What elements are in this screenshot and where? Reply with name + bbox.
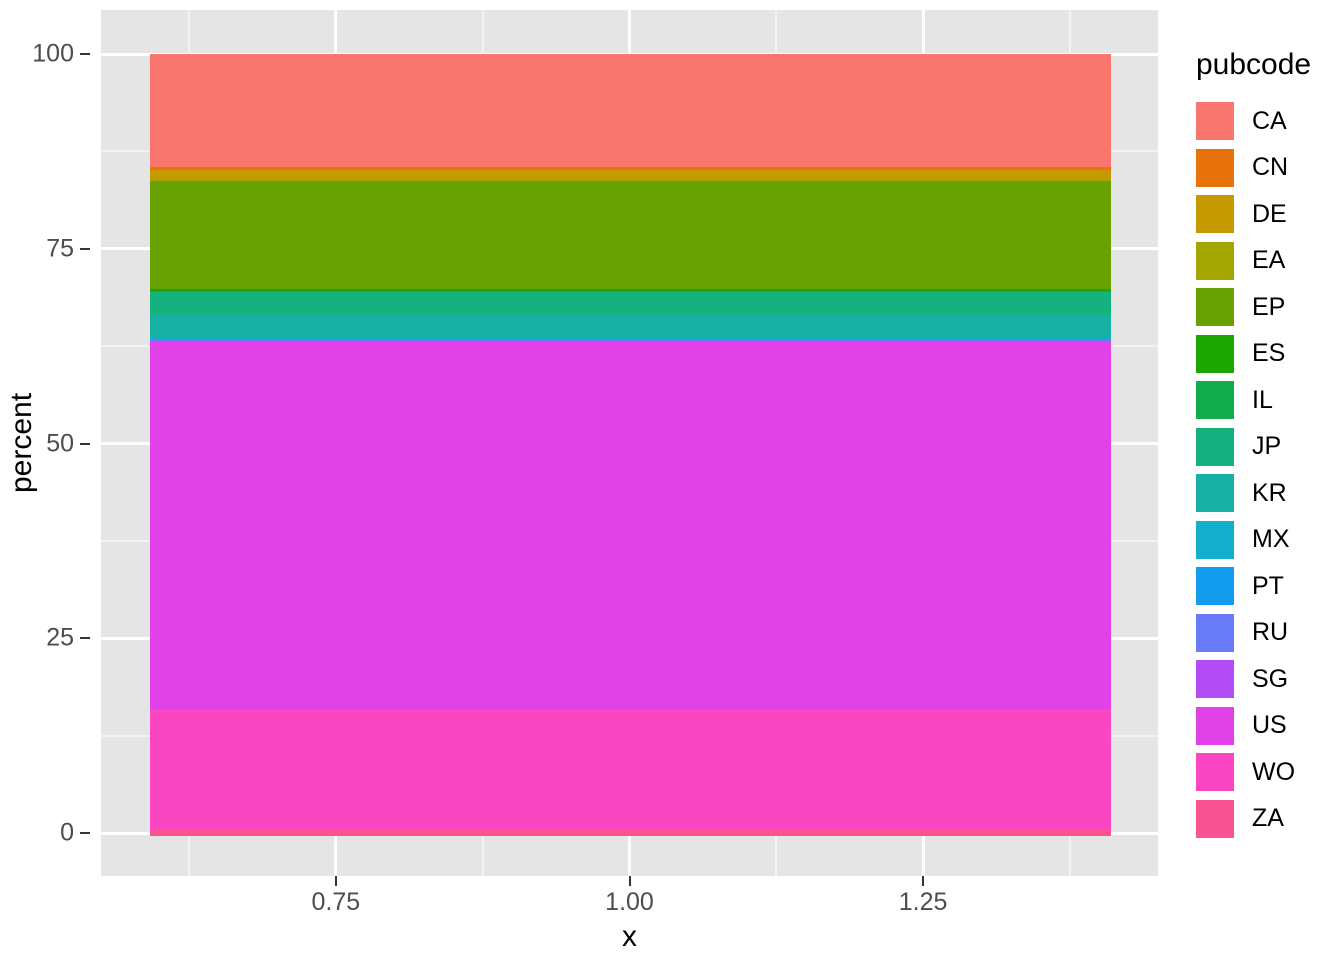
bar-segment-de[interactable] [150,170,1111,181]
legend-key-swatch-icon [1196,381,1234,420]
legend-item-ea[interactable]: EA [1196,238,1344,285]
legend-key-swatch-icon [1196,520,1234,559]
legend-item-label: ZA [1252,804,1284,833]
legend-item-de[interactable]: DE [1196,191,1344,238]
x-axis-tick-mark [628,876,631,886]
x-axis-tick-mark [922,876,925,886]
legend-item-label: US [1252,711,1287,740]
legend-key-swatch-icon [1196,567,1234,606]
x-axis-tick-label: 0.75 [311,888,361,916]
x-axis-tick-mark [334,876,337,886]
bar-segment-ca[interactable] [150,54,1111,167]
y-axis-tick-mark [80,247,90,250]
y-axis-tick-label: 25 [46,623,74,652]
legend-items: CA CN DE EA EP ES IL JP KR MX PT RU SG US WO ZA [1196,98,1344,842]
legend-key-swatch-icon [1196,427,1234,466]
legend-item-mx[interactable]: MX [1196,517,1344,564]
legend-item-label: EP [1252,292,1286,321]
bar-segment-wo[interactable] [150,709,1111,830]
bar-segment-jp[interactable] [150,291,1111,315]
x-axis-tick-label: 1.00 [605,888,654,916]
legend-item-kr[interactable]: KR [1196,470,1344,517]
legend: pubcode CA CN DE EA EP ES IL JP KR MX PT RU SG US WO ZA [1196,48,1344,842]
legend-item-label: CN [1252,153,1289,182]
legend-item-label: MX [1252,525,1290,554]
legend-key-swatch-icon [1196,660,1234,699]
y-axis-tick-mark [80,53,90,55]
legend-key-swatch-icon [1196,334,1234,373]
legend-item-label: IL [1252,385,1273,414]
legend-key-swatch-icon [1196,195,1234,234]
legend-key-swatch-icon [1196,613,1234,652]
legend-item-label: ES [1252,339,1286,368]
legend-item-label: RU [1252,618,1289,647]
legend-item-label: KR [1252,478,1287,507]
y-axis-tick-labels: 100 75 50 25 0 [32,0,90,886]
y-axis-title-text: percent [5,392,39,494]
legend-item-label: CA [1252,106,1287,135]
x-axis-tick-marks [101,876,1158,888]
legend-item-label: EA [1252,246,1286,275]
legend-item-ep[interactable]: EP [1196,284,1344,331]
legend-item-label: PT [1252,571,1284,600]
legend-key-swatch-icon [1196,102,1234,141]
legend-key-swatch-icon [1196,148,1234,187]
legend-item-us[interactable]: US [1196,703,1344,750]
bar-segment-kr[interactable] [150,314,1111,337]
y-axis-tick-mark [80,442,90,445]
legend-item-label: JP [1252,432,1282,461]
bar-segment-za[interactable] [150,829,1111,837]
legend-item-ca[interactable]: CA [1196,98,1344,145]
x-axis-tick-label: 1.25 [898,888,948,916]
legend-key-swatch-icon [1196,288,1234,327]
legend-item-wo[interactable]: WO [1196,749,1344,796]
legend-item-sg[interactable]: SG [1196,656,1344,703]
y-axis-tick-label: 100 [32,39,74,68]
y-axis-tick-mark [80,832,90,834]
y-axis-tick-label: 0 [60,818,74,847]
stacked-bar[interactable] [150,54,1111,837]
legend-item-jp[interactable]: JP [1196,424,1344,471]
legend-item-cn[interactable]: CN [1196,145,1344,192]
legend-key-swatch-icon [1196,799,1234,838]
y-axis-title: percent [0,0,44,886]
x-axis-tick-labels: 0.75 1.00 1.25 [101,888,1158,922]
legend-item-ru[interactable]: RU [1196,610,1344,657]
legend-key-swatch-icon [1196,706,1234,745]
legend-item-label: DE [1252,199,1287,228]
y-axis-tick-mark [80,637,90,640]
legend-item-il[interactable]: IL [1196,377,1344,424]
plot-panel [101,10,1158,876]
legend-item-label: SG [1252,664,1289,693]
legend-item-label: WO [1252,757,1296,786]
legend-key-swatch-icon [1196,474,1234,513]
legend-key-swatch-icon [1196,753,1234,792]
bar-segment-ep[interactable] [150,181,1111,289]
y-axis-tick-label: 50 [46,429,74,457]
legend-key-swatch-icon [1196,241,1234,280]
chart-root: percent 100 75 50 25 0 0.75 1.00 1.25 x pubcod… [0,0,1344,960]
legend-title: pubcode [1196,48,1312,81]
legend-item-pt[interactable]: PT [1196,563,1344,610]
legend-item-za[interactable]: ZA [1196,796,1344,843]
x-axis-title: x [622,920,637,953]
legend-item-es[interactable]: ES [1196,331,1344,378]
y-axis-tick-label: 75 [46,234,74,263]
bar-segment-us[interactable] [150,341,1111,710]
